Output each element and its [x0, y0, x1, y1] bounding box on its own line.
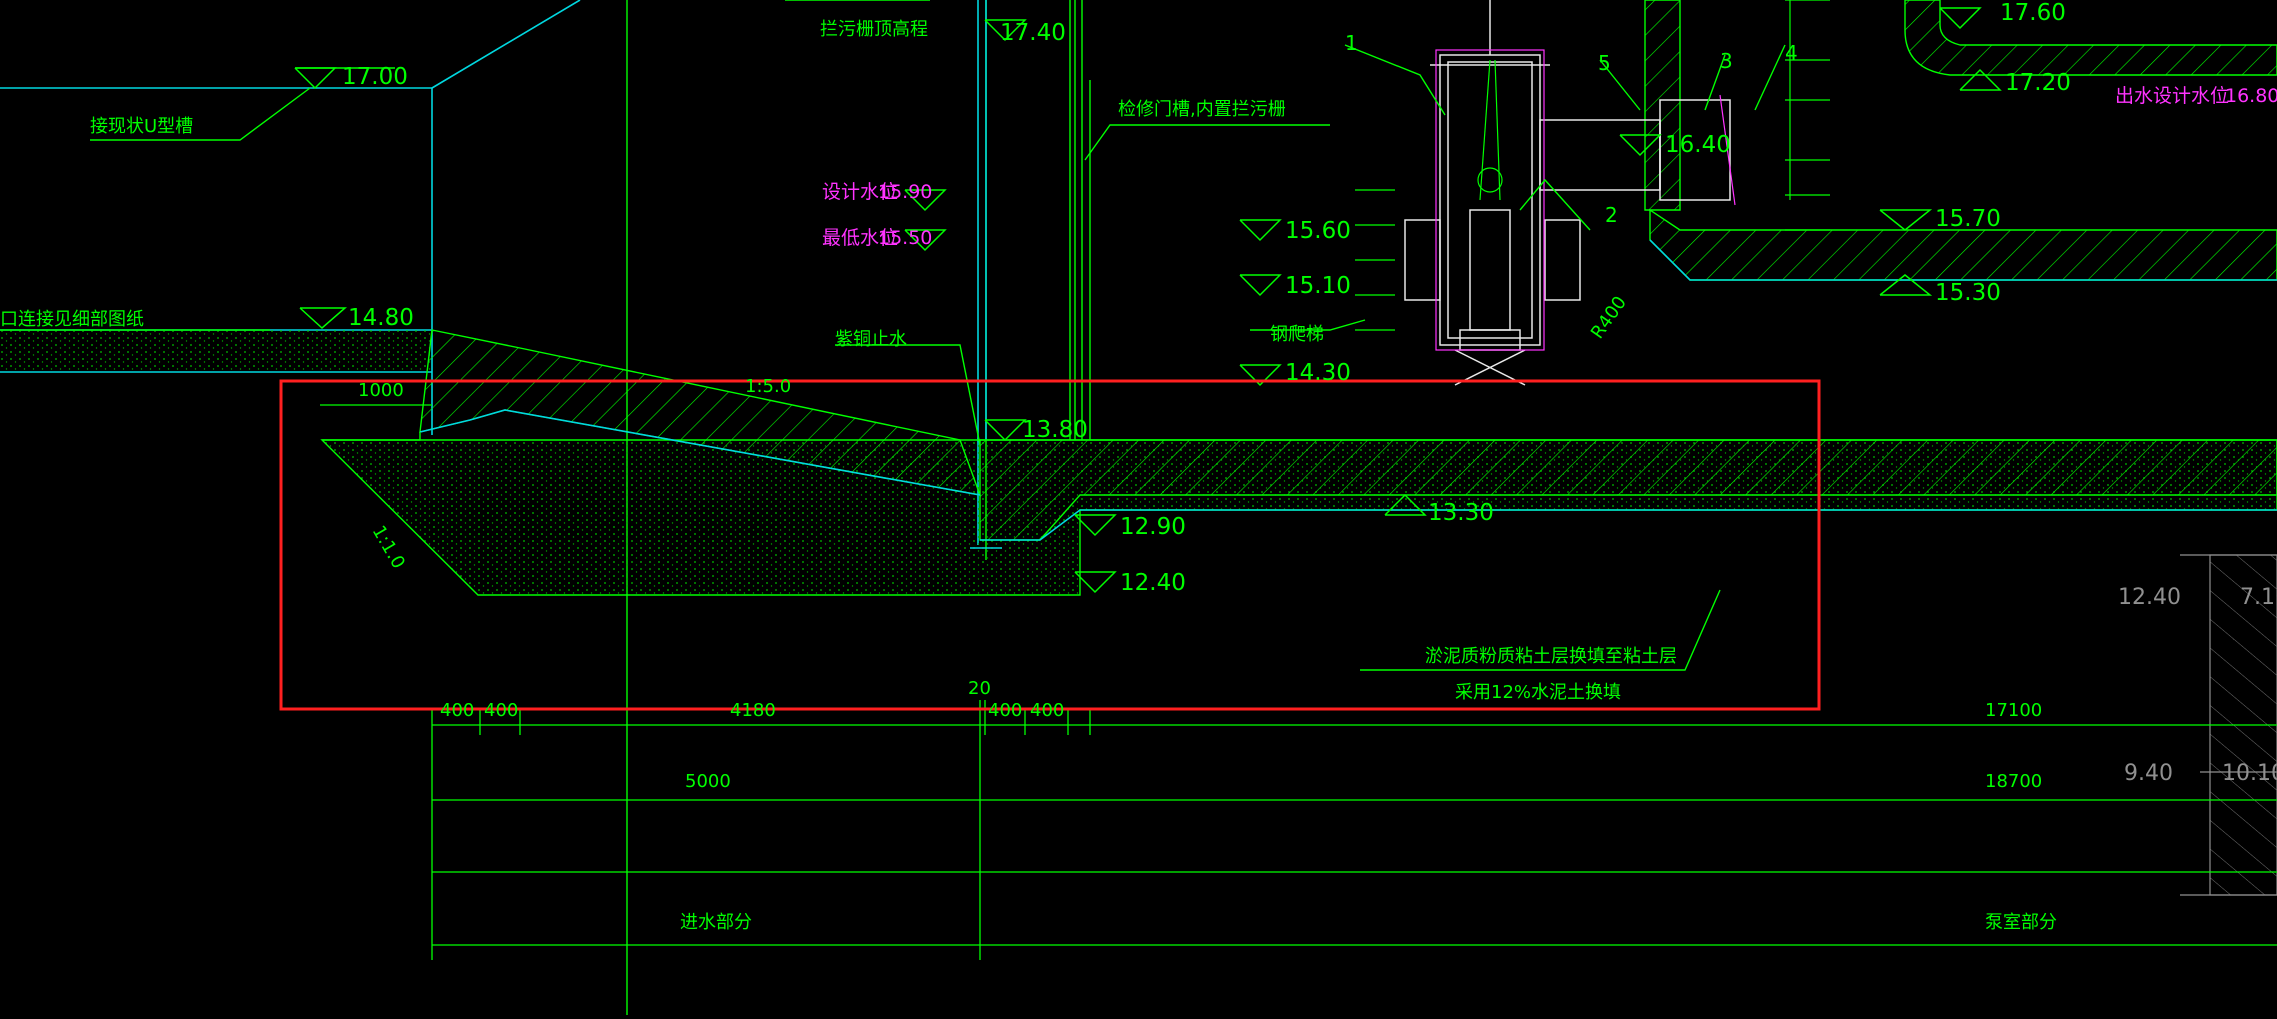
min-water-level-value: 15.50 — [878, 227, 932, 249]
dim-400-a: 400 — [440, 700, 474, 721]
callout-5: 5 — [1598, 51, 1611, 75]
dim-400-b: 400 — [484, 700, 518, 721]
elev-17-40: 17.40 — [1000, 20, 1066, 46]
ladder-label: 钢爬梯 — [1270, 324, 1324, 345]
dim-4180: 4180 — [730, 700, 776, 721]
elev-15-60: 15.60 — [1285, 218, 1351, 244]
elev-15-10: 15.10 — [1285, 273, 1351, 299]
callout-4: 4 — [1785, 41, 1798, 65]
dim-400-d: 400 — [1030, 700, 1064, 721]
dim-17100: 17100 — [1985, 700, 2042, 721]
grey-elev-7-10: 7.10 — [2240, 585, 2277, 610]
callout-1: 1 — [1345, 31, 1358, 55]
outlet-basin-wall — [1904, 0, 2277, 76]
outlet-channel-wall — [1644, 0, 1681, 211]
submersible-pump-assembly — [1404, 0, 1731, 386]
soil-note-line-2: 采用12%水泥土换填 — [1455, 682, 1621, 703]
pump-station-section-drawing: 17.00 17.40 17.60 17.20 16.40 15.70 15.3… — [0, 0, 2277, 1015]
callout-2: 2 — [1605, 203, 1618, 227]
dim-20: 20 — [968, 678, 991, 699]
connect-section-label: 口连接见细部图纸 — [0, 309, 144, 330]
dim-1000: 1000 — [358, 380, 404, 401]
elev-17-60: 17.60 — [2000, 0, 2066, 26]
dim-400-c: 400 — [988, 700, 1022, 721]
pump-part-label: 泵室部分 — [1985, 912, 2057, 933]
elev-17-00: 17.00 — [342, 64, 408, 90]
radius-label: R400 — [1587, 292, 1631, 342]
cad-drawing-canvas: 17.00 17.40 17.60 17.20 16.40 15.70 15.3… — [0, 0, 2277, 1015]
pump-details-green — [1477, 59, 1503, 201]
elev-15-30: 15.30 — [1935, 280, 2001, 306]
inlet-part-label: 进水部分 — [680, 912, 752, 933]
magenta-texts: 设计水位 15.90 最低水位 15.50 出水设计水位 16.80 — [822, 85, 2277, 249]
outlet-water-level-value: 16.80 — [2225, 85, 2277, 107]
outlet-water-level-label: 出水设计水位 — [2115, 85, 2229, 107]
design-water-level-value: 15.90 — [878, 181, 932, 203]
gate-slot-lines — [1069, 0, 1091, 440]
callout-3: 3 — [1720, 49, 1733, 73]
elev-12-90: 12.90 — [1120, 514, 1186, 540]
gate-slot-label: 检修门槽,内置拦污栅 — [1118, 99, 1286, 120]
slope-top-label: 1:5.0 — [745, 376, 791, 397]
grey-elev-9-40: 9.40 — [2124, 761, 2173, 786]
slab-steps — [322, 432, 421, 441]
slope-side-label: 1:1.0 — [368, 522, 409, 572]
u-channel-label: 接现状U型槽 — [90, 116, 193, 137]
elev-15-70: 15.70 — [1935, 206, 2001, 232]
elev-17-20: 17.20 — [2005, 70, 2071, 96]
waterstop-label: 紫铜止水 — [835, 329, 907, 350]
elev-13-80: 13.80 — [1022, 417, 1088, 443]
trash-rack-top-label: 拦污栅顶高程 — [820, 19, 928, 40]
grey-elev-10-10: 10.10 — [2222, 761, 2277, 786]
dim-18700: 18700 — [1985, 771, 2042, 792]
elev-13-30: 13.30 — [1428, 500, 1494, 526]
grey-elev-12-40: 12.40 — [2118, 585, 2181, 610]
elev-16-40: 16.40 — [1665, 132, 1731, 158]
elev-14-30: 14.30 — [1285, 360, 1351, 386]
soil-note-line-1: 淤泥质粉质粘土层换填至粘土层 — [1425, 646, 1677, 667]
existing-ground-strip — [0, 330, 432, 372]
elev-14-80: 14.80 — [348, 305, 414, 331]
dim-5000: 5000 — [685, 771, 731, 792]
elev-12-40: 12.40 — [1120, 570, 1186, 596]
